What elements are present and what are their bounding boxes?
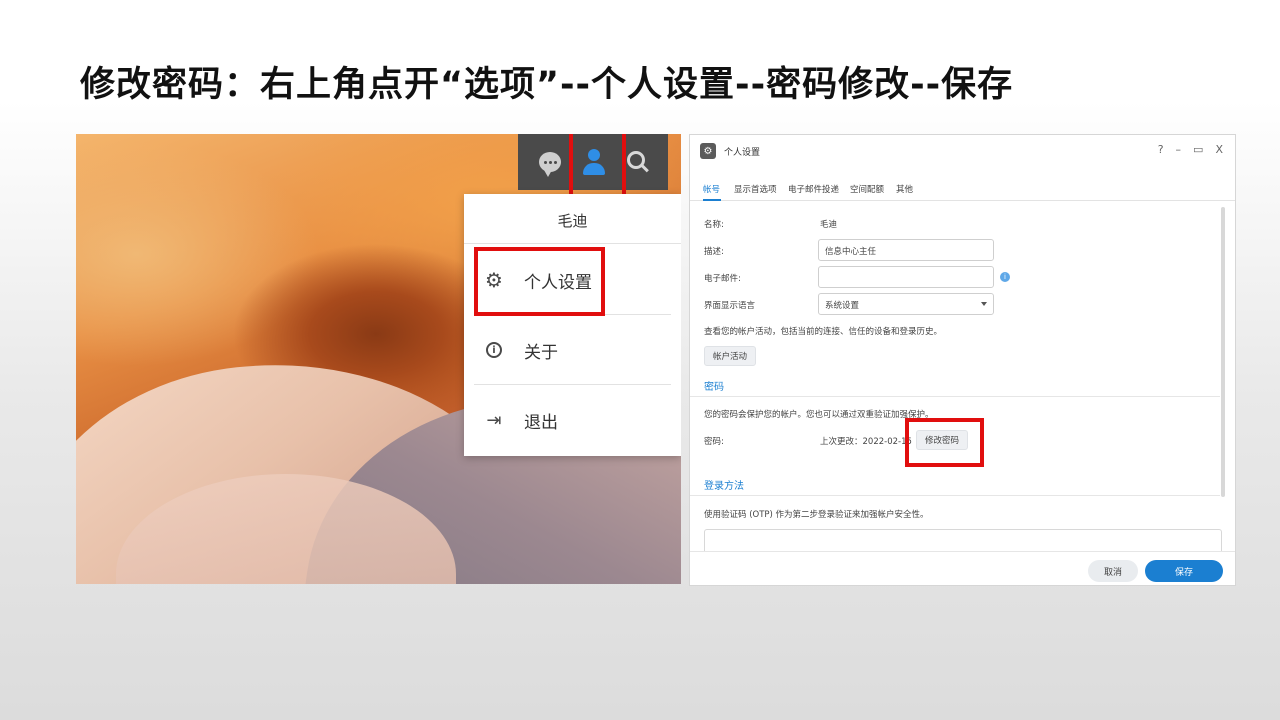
save-button[interactable]: 保存: [1145, 560, 1223, 582]
account-activity-button[interactable]: 帐户活动: [704, 346, 756, 366]
info-icon: i: [476, 342, 512, 358]
logout-icon: ⇥: [486, 409, 502, 431]
account-activity-text: 查看您的帐户活动，包括当前的连接、信任的设备和登录历史。: [704, 327, 943, 337]
password-last-changed: 上次更改：2022-02-15: [820, 437, 912, 447]
close-icon[interactable]: X: [1215, 143, 1223, 156]
section-divider: [690, 396, 1220, 397]
tab-quota[interactable]: 空间配额: [850, 183, 884, 195]
personal-settings-dialog: ⚙ 个人设置 ? – ▭ X 帐号 显示首选项 电子邮件投递 空间配额 其他 名…: [689, 134, 1236, 586]
name-label: 名称:: [704, 220, 724, 230]
help-icon[interactable]: ?: [1158, 143, 1164, 156]
highlight-personal-settings: [474, 247, 605, 316]
description-label: 描述:: [704, 247, 724, 257]
info-icon[interactable]: i: [1000, 272, 1010, 282]
highlight-change-password: [905, 418, 984, 467]
email-field[interactable]: [818, 266, 994, 288]
menu-item-label: 关于: [524, 342, 558, 363]
window-controls: ? – ▭ X: [1158, 143, 1223, 156]
login-method-section-title: 登录方法: [704, 481, 744, 492]
maximize-icon[interactable]: ▭: [1193, 143, 1203, 156]
chat-icon[interactable]: [530, 142, 570, 182]
password-description: 您的密码会保护您的帐户。您也可以通过双重验证加强保护。: [704, 410, 934, 420]
password-label: 密码:: [704, 437, 724, 447]
settings-app-icon: ⚙: [700, 143, 716, 159]
dsm-desktop-screenshot: 毛迪 ⚙ 个人设置 i 关于 ⇥ 退出: [76, 134, 681, 584]
tab-display-preferences[interactable]: 显示首选项: [734, 183, 777, 195]
tab-account[interactable]: 帐号: [703, 183, 720, 195]
menu-divider: [474, 384, 671, 385]
menu-item-label: 退出: [524, 412, 558, 433]
minimize-icon[interactable]: –: [1176, 143, 1182, 156]
name-value: 毛迪: [820, 220, 838, 230]
language-selected-value: 系统设置: [825, 301, 860, 311]
chevron-down-icon: [981, 302, 987, 306]
menu-user-name: 毛迪: [557, 212, 588, 230]
otp-description: 使用验证码 (OTP) 作为第二步登录验证来加强帐户安全性。: [704, 510, 929, 520]
menu-divider: [464, 243, 681, 244]
description-field[interactable]: 信息中心主任: [818, 239, 994, 261]
email-label: 电子邮件:: [704, 274, 741, 284]
slide-title: 修改密码：右上角点开“选项”--个人设置--密码修改--保存: [80, 65, 1014, 105]
scrollbar[interactable]: [1221, 207, 1225, 497]
user-dropdown-menu: 毛迪 ⚙ 个人设置 i 关于 ⇥ 退出: [464, 194, 681, 456]
dialog-titlebar: ⚙ 个人设置 ? – ▭ X: [690, 135, 1235, 167]
dialog-title: 个人设置: [724, 148, 761, 158]
dialog-tabs: 帐号 显示首选项 电子邮件投递 空间配额 其他: [690, 179, 1235, 201]
section-divider: [690, 495, 1220, 496]
language-label: 界面显示语言: [704, 301, 756, 311]
highlight-user-icon: [569, 134, 626, 201]
menu-item-logout[interactable]: ⇥ 退出: [474, 398, 674, 442]
language-select[interactable]: 系统设置: [818, 293, 994, 315]
tab-email-delivery[interactable]: 电子邮件投递: [788, 183, 839, 195]
active-tab-indicator: [703, 199, 721, 201]
cancel-button[interactable]: 取消: [1088, 560, 1138, 582]
menu-item-about[interactable]: i 关于: [474, 328, 674, 372]
dialog-footer: 取消 保存: [690, 551, 1235, 585]
password-section-title: 密码: [704, 382, 724, 393]
tab-other[interactable]: 其他: [896, 183, 913, 195]
